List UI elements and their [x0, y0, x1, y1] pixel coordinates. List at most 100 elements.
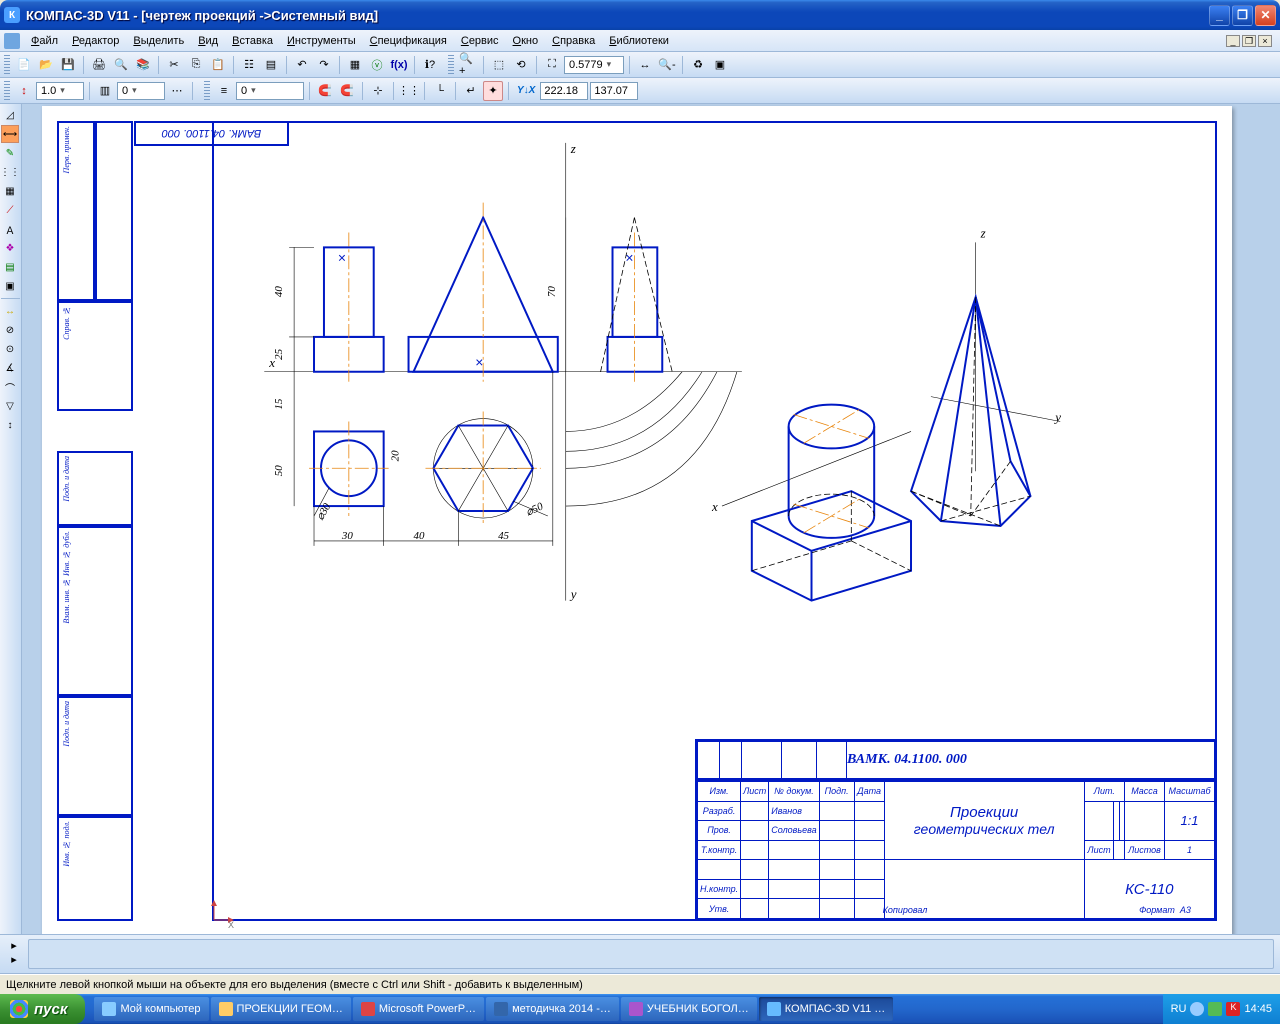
lang-indicator[interactable]: RU	[1171, 1003, 1187, 1015]
coord-x-input[interactable]	[540, 82, 588, 100]
canvas[interactable]: Перв. примен. Справ. № Подп. и дата Взам…	[22, 104, 1280, 934]
menu-lib[interactable]: Библиотеки	[602, 33, 676, 49]
zoom-window-icon[interactable]: ⬚	[489, 55, 509, 75]
dimensions-icon[interactable]: ⟷	[1, 125, 19, 143]
coord-y-input[interactable]	[590, 82, 638, 100]
variables-icon[interactable]: ⓥ	[367, 55, 387, 75]
start-button[interactable]: пуск	[0, 994, 85, 1024]
designations-icon[interactable]: ✎	[1, 144, 19, 162]
tray-av-icon[interactable]: K	[1226, 1002, 1240, 1016]
taskbar-item[interactable]: ПРОЕКЦИИ ГЕОМ…	[211, 997, 351, 1021]
measure-icon[interactable]: ⟋	[1, 201, 19, 219]
preview-icon[interactable]: 🔍	[111, 55, 131, 75]
maximize-button[interactable]: ❐	[1232, 5, 1253, 26]
taskbar-item-active[interactable]: КОМПАС-3D V11 …	[759, 997, 894, 1021]
menu-editor[interactable]: Редактор	[65, 33, 126, 49]
diameter-dim-icon[interactable]: ⊘	[1, 321, 19, 339]
menu-service[interactable]: Сервис	[454, 33, 506, 49]
help-icon[interactable]: ℹ?	[420, 55, 440, 75]
library-icon[interactable]: 📚	[133, 55, 153, 75]
redraw-icon[interactable]: ♻	[688, 55, 708, 75]
round-icon[interactable]: ↵	[461, 81, 481, 101]
layer-manage-icon[interactable]: ⋯	[167, 81, 187, 101]
linestyle-input[interactable]: 0	[236, 82, 304, 100]
geometry-icon[interactable]: ◿	[1, 106, 19, 124]
cut-icon[interactable]: ✂	[164, 55, 184, 75]
mdi-close[interactable]: ×	[1258, 35, 1272, 47]
layers-icon[interactable]: ▤	[261, 55, 281, 75]
menu-spec[interactable]: Спецификация	[363, 33, 454, 49]
close-button[interactable]: ✕	[1255, 5, 1276, 26]
mdi-restore[interactable]: ❐	[1242, 35, 1256, 47]
grip-icon[interactable]	[448, 55, 454, 75]
new-icon[interactable]: 📄	[14, 55, 34, 75]
svg-text:25: 25	[273, 348, 285, 359]
undo-icon[interactable]: ↶	[292, 55, 312, 75]
linestyle-icon[interactable]: ≡	[214, 81, 234, 101]
edit-icon[interactable]: ⋮⋮	[1, 163, 19, 181]
snap-on-icon[interactable]: 🧲	[315, 81, 335, 101]
params-icon[interactable]: ▦	[1, 182, 19, 200]
save-icon[interactable]: 💾	[58, 55, 78, 75]
menu-view[interactable]: Вид	[191, 33, 225, 49]
paste-icon[interactable]: 📋	[208, 55, 228, 75]
zoom-in-icon[interactable]: 🔍+	[458, 55, 478, 75]
menu-select[interactable]: Выделить	[126, 33, 191, 49]
label-podp2: Подп. и дата	[59, 698, 74, 750]
snap-off-icon[interactable]: 🧲	[337, 81, 357, 101]
open-icon[interactable]: 📂	[36, 55, 56, 75]
zoom-value-input[interactable]: 0.5779	[564, 56, 624, 74]
zoom-fit-icon[interactable]: ⛶	[542, 55, 562, 75]
grip-icon[interactable]	[4, 55, 10, 75]
panel-tab-icon[interactable]: ▸	[6, 939, 22, 952]
step-input[interactable]: 1.0	[36, 82, 84, 100]
redo-icon[interactable]: ↷	[314, 55, 334, 75]
properties-icon[interactable]: ☷	[239, 55, 259, 75]
print-icon[interactable]: 🖨	[89, 55, 109, 75]
grip-icon[interactable]	[4, 81, 10, 101]
cursor-step-icon[interactable]: ↕	[14, 81, 34, 101]
taskbar-item[interactable]: УЧЕБНИК БОГОЛ…	[621, 997, 757, 1021]
menu-window[interactable]: Окно	[506, 33, 546, 49]
minimize-button[interactable]: _	[1209, 5, 1230, 26]
angle-dim-icon[interactable]: ∡	[1, 359, 19, 377]
mdi-min[interactable]: _	[1226, 35, 1240, 47]
zoom-out-icon[interactable]: 🔍-	[657, 55, 677, 75]
tray-shield-icon[interactable]	[1208, 1002, 1222, 1016]
auto-dim-icon[interactable]: ↕	[1, 416, 19, 434]
taskbar-item[interactable]: Мой компьютер	[94, 997, 208, 1021]
menu-tools[interactable]: Инструменты	[280, 33, 363, 49]
grip-icon[interactable]	[204, 81, 210, 101]
grid-icon[interactable]: ⋮⋮	[399, 81, 419, 101]
ortho-icon[interactable]: └	[430, 81, 450, 101]
panel-tab-icon[interactable]: ▸	[6, 953, 22, 966]
local-cs-icon[interactable]: ✦	[483, 81, 503, 101]
taskbar-item[interactable]: Microsoft PowerP…	[353, 997, 484, 1021]
reports-icon[interactable]: ▤	[1, 258, 19, 276]
radius-dim-icon[interactable]: ⊙	[1, 340, 19, 358]
zoom-prev-icon[interactable]: ⟲	[511, 55, 531, 75]
layer-state-icon[interactable]: ▥	[95, 81, 115, 101]
tray-volume-icon[interactable]	[1190, 1002, 1204, 1016]
manager-icon[interactable]: ▦	[345, 55, 365, 75]
insert-icon[interactable]: ▣	[1, 277, 19, 295]
menu-insert[interactable]: Вставка	[225, 33, 280, 49]
taskbar-item[interactable]: методичка 2014 -…	[486, 997, 619, 1021]
fullscreen-icon[interactable]: ▣	[710, 55, 730, 75]
system-tray[interactable]: RU K 14:45	[1163, 994, 1280, 1024]
arc-dim-icon[interactable]: ⌒	[1, 378, 19, 396]
copy-icon[interactable]: ⎘	[186, 55, 206, 75]
height-dim-icon[interactable]: ▽	[1, 397, 19, 415]
menu-file[interactable]: Файл	[24, 33, 65, 49]
clock[interactable]: 14:45	[1244, 1003, 1272, 1015]
pan-icon[interactable]: ↔	[635, 55, 655, 75]
spec-icon[interactable]: ❖	[1, 239, 19, 257]
menu-help[interactable]: Справка	[545, 33, 602, 49]
layer-input[interactable]: 0	[117, 82, 165, 100]
svg-text:40: 40	[273, 286, 285, 297]
property-inner[interactable]	[28, 939, 1274, 969]
linear-dim-icon[interactable]: ↔	[1, 302, 19, 320]
fx-icon[interactable]: f(x)	[389, 55, 409, 75]
select-icon[interactable]: Ａ	[1, 220, 19, 238]
grid-lock-icon[interactable]: ⊹	[368, 81, 388, 101]
